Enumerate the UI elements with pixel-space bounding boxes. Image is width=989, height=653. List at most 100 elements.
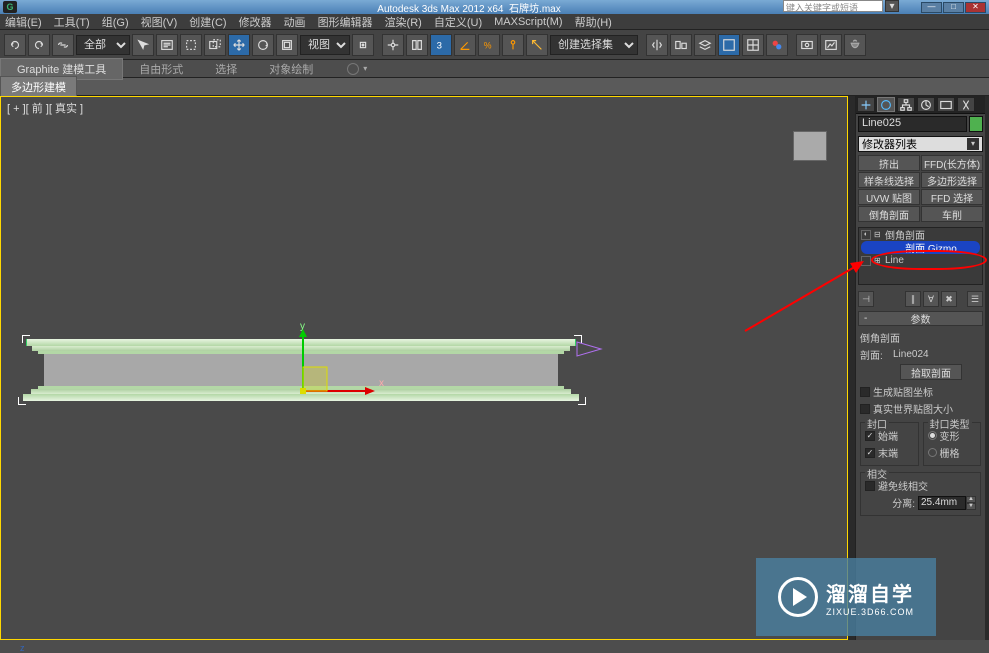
viewport-label[interactable]: [ + ][ 前 ][ 真实 ] (7, 100, 83, 116)
ribbon-expand-icon[interactable]: ▾ (363, 64, 367, 73)
avoid-intersect-checkbox[interactable] (865, 481, 875, 491)
stack-item-line[interactable]: ⊞ Line (859, 254, 982, 267)
command-panel-scrollbar[interactable] (985, 96, 989, 640)
render-setup-icon[interactable] (796, 34, 818, 56)
ribbon-tab-selection[interactable]: 选择 (199, 59, 253, 79)
link-icon[interactable] (52, 34, 74, 56)
display-panel-tab-icon[interactable] (937, 97, 955, 112)
edit-named-sel-icon[interactable] (526, 34, 548, 56)
mod-btn-spline-select[interactable]: 样条线选择 (858, 172, 920, 188)
search-dropdown-icon[interactable]: ▾ (885, 0, 899, 12)
percent-snap-icon[interactable]: % (478, 34, 500, 56)
make-unique-icon[interactable]: ∀ (923, 291, 939, 307)
mod-btn-ffd-box[interactable]: FFD(长方体) (921, 155, 983, 171)
angle-snap-icon[interactable] (454, 34, 476, 56)
create-panel-tab-icon[interactable] (857, 97, 875, 112)
modifier-list-dropdown[interactable]: 修改器列表▾ (858, 136, 983, 152)
menu-views[interactable]: 视图(V) (141, 14, 178, 30)
menu-rendering[interactable]: 渲染(R) (385, 14, 422, 30)
select-move-icon[interactable] (228, 34, 250, 56)
align-icon[interactable] (670, 34, 692, 56)
menu-help[interactable]: 帮助(H) (575, 14, 612, 30)
real-world-checkbox[interactable] (860, 404, 870, 414)
gen-mapping-checkbox[interactable] (860, 387, 870, 397)
ref-coord-select[interactable]: 视图 (300, 35, 350, 55)
render-production-icon[interactable] (844, 34, 866, 56)
spinner-up-icon[interactable]: ▲ (966, 496, 976, 503)
cap-morph-radio[interactable] (928, 431, 937, 440)
selection-filter-select[interactable]: 全部 (76, 35, 130, 55)
cap-start-checkbox[interactable]: ✓ (865, 431, 875, 441)
hierarchy-panel-tab-icon[interactable] (897, 97, 915, 112)
stack-visibility-icon[interactable] (861, 256, 871, 266)
select-object-icon[interactable] (132, 34, 154, 56)
cap-grid-radio[interactable] (928, 448, 937, 457)
layer-manager-icon[interactable] (694, 34, 716, 56)
menu-create[interactable]: 创建(C) (189, 14, 226, 30)
use-pivot-center-icon[interactable] (352, 34, 374, 56)
viewcube[interactable] (793, 131, 827, 161)
maximize-button[interactable]: □ (943, 2, 964, 13)
stack-item-gizmo[interactable]: 剖面 Gizmo (861, 241, 980, 254)
mirror-icon[interactable] (646, 34, 668, 56)
viewport-front[interactable]: [ + ][ 前 ][ 真实 ] y (0, 96, 848, 640)
curve-editor-icon[interactable] (718, 34, 740, 56)
ribbon-tab-objectpaint[interactable]: 对象绘制 (253, 59, 329, 79)
stack-expand-icon[interactable]: ⊞ (874, 256, 882, 265)
select-region-rect-icon[interactable] (180, 34, 202, 56)
separation-spinner[interactable]: ▲▼ (918, 496, 976, 510)
menu-group[interactable]: 组(G) (102, 14, 129, 30)
show-end-result-icon[interactable]: ∥ (905, 291, 921, 307)
window-crossing-icon[interactable] (204, 34, 226, 56)
separation-input[interactable] (918, 496, 966, 510)
rendered-frame-icon[interactable] (820, 34, 842, 56)
ribbon-tab-freeform[interactable]: 自由形式 (123, 59, 199, 79)
mod-btn-bevel-profile[interactable]: 倒角剖面 (858, 206, 920, 222)
stack-visibility-icon[interactable]: ◐ (861, 230, 871, 240)
spinner-down-icon[interactable]: ▼ (966, 503, 976, 510)
mod-btn-ffd-select[interactable]: FFD 选择 (921, 189, 983, 205)
named-selection-select[interactable]: 创建选择集 (550, 35, 638, 55)
select-manipulate-icon[interactable] (382, 34, 404, 56)
app-icon[interactable]: G (3, 1, 17, 13)
ribbon-help-icon[interactable] (347, 63, 359, 75)
menu-animation[interactable]: 动画 (284, 14, 306, 30)
redo-icon[interactable] (28, 34, 50, 56)
configure-sets-icon[interactable]: ☰ (967, 291, 983, 307)
cap-end-checkbox[interactable]: ✓ (865, 448, 875, 458)
select-rotate-icon[interactable] (252, 34, 274, 56)
modify-panel-tab-icon[interactable] (877, 97, 895, 112)
modifier-stack[interactable]: ◐ ⊟ 倒角剖面 剖面 Gizmo ⊞ Line (858, 227, 983, 285)
menu-maxscript[interactable]: MAXScript(M) (494, 16, 562, 28)
mod-btn-lathe[interactable]: 车削 (921, 206, 983, 222)
close-button[interactable]: ✕ (965, 2, 986, 13)
minimize-button[interactable]: — (921, 2, 942, 13)
menu-customize[interactable]: 自定义(U) (434, 14, 482, 30)
subribbon-polymodeling[interactable]: 多边形建模 (0, 76, 77, 98)
select-scale-icon[interactable] (276, 34, 298, 56)
help-search-input[interactable]: 键入关键字或短语 (783, 0, 883, 12)
pick-profile-button[interactable]: 拾取剖面 (900, 364, 962, 380)
rollout-params-header[interactable]: - 参数 (858, 311, 983, 326)
object-name-input[interactable]: Line025 (858, 116, 967, 132)
keyboard-shortcut-icon[interactable] (406, 34, 428, 56)
menu-modifiers[interactable]: 修改器 (239, 14, 272, 30)
motion-panel-tab-icon[interactable] (917, 97, 935, 112)
snap-toggle-icon[interactable]: 3 (430, 34, 452, 56)
mod-btn-poly-select[interactable]: 多边形选择 (921, 172, 983, 188)
menu-grapheditors[interactable]: 图形编辑器 (318, 14, 373, 30)
material-editor-icon[interactable] (766, 34, 788, 56)
select-by-name-icon[interactable] (156, 34, 178, 56)
pin-stack-icon[interactable]: ⊣ (858, 291, 874, 307)
undo-icon[interactable] (4, 34, 26, 56)
menu-tools[interactable]: 工具(T) (54, 14, 90, 30)
spinner-snap-icon[interactable] (502, 34, 524, 56)
remove-modifier-icon[interactable]: ✖ (941, 291, 957, 307)
mod-btn-extrude[interactable]: 挤出 (858, 155, 920, 171)
schematic-view-icon[interactable] (742, 34, 764, 56)
object-color-swatch[interactable] (969, 116, 983, 132)
mod-btn-uvw-map[interactable]: UVW 贴图 (858, 189, 920, 205)
stack-expand-icon[interactable]: ⊟ (874, 230, 882, 239)
utilities-panel-tab-icon[interactable] (957, 97, 975, 112)
menu-edit[interactable]: 编辑(E) (5, 14, 42, 30)
